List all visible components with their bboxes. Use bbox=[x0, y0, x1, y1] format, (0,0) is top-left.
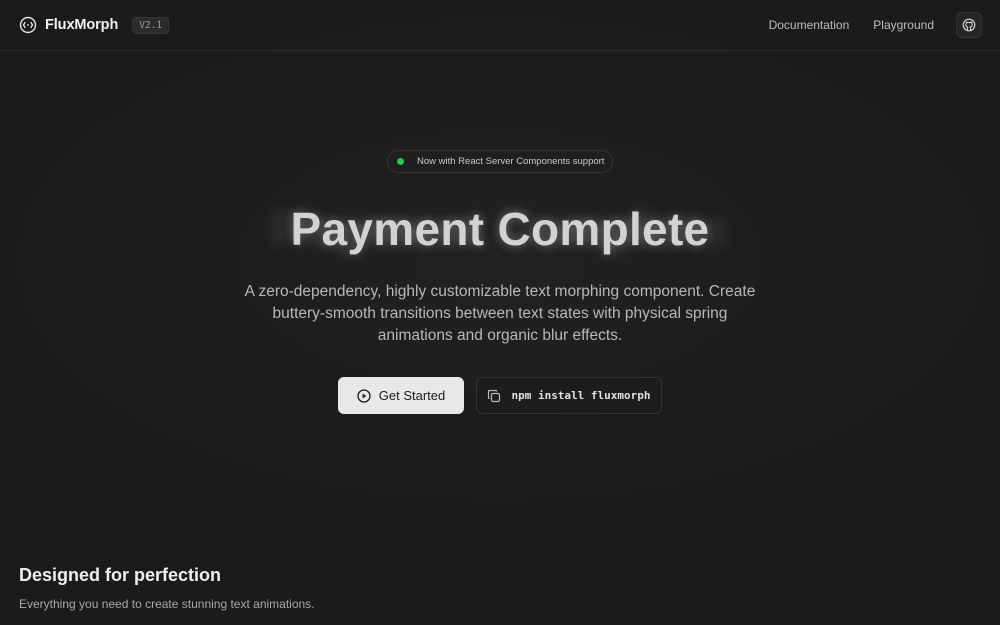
features-heading: Designed for perfection bbox=[19, 565, 222, 585]
install-command: npm install fluxmorph bbox=[511, 389, 651, 402]
get-started-button[interactable]: Get Started bbox=[338, 377, 464, 414]
brand-name: FluxMorph bbox=[45, 17, 119, 33]
nav-documentation[interactable]: Documentation bbox=[769, 18, 850, 32]
nav-playground[interactable]: Playground bbox=[873, 18, 934, 32]
main-nav: Documentation Playground bbox=[769, 12, 982, 38]
github-icon bbox=[962, 18, 976, 32]
morph-logo-icon bbox=[19, 16, 37, 34]
badge-text: Now with React Server Components support bbox=[417, 156, 605, 167]
status-dot bbox=[397, 158, 404, 165]
get-started-label: Get Started bbox=[378, 388, 446, 403]
announcement-badge[interactable]: Now with React Server Components support bbox=[387, 150, 613, 173]
page: FluxMorph V2.1 Documentation Playground … bbox=[0, 0, 1000, 625]
play-circle-icon bbox=[357, 388, 371, 403]
brand[interactable]: FluxMorph V2.1 bbox=[19, 16, 170, 34]
hero-description: A zero-dependency, highly customizable t… bbox=[244, 283, 756, 344]
features-subheading: Everything you need to create stunning t… bbox=[19, 597, 315, 611]
copy-install-command-button[interactable]: npm install fluxmorph bbox=[476, 377, 662, 414]
github-button[interactable] bbox=[956, 12, 982, 38]
copy-icon bbox=[487, 389, 501, 403]
top-navbar: FluxMorph V2.1 Documentation Playground bbox=[0, 0, 1000, 51]
version-badge: V2.1 bbox=[132, 16, 170, 34]
hero-title: Payment Complete bbox=[290, 203, 710, 255]
